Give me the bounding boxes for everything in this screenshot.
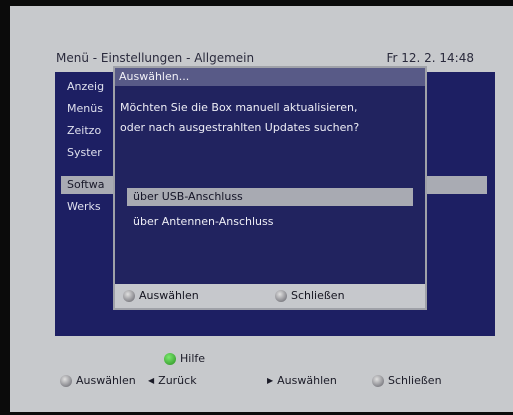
dialog-footer: Auswählen Schließen	[115, 284, 425, 308]
menu-item-zeitzone[interactable]: Zeitzo	[67, 122, 101, 140]
bottom-close-label: Schließen	[388, 374, 442, 387]
bottom-select-label: Auswählen	[76, 374, 136, 387]
back-label: Zurück	[158, 374, 197, 387]
bottom-bar: Hilfe Auswählen ◀ Zurück ▶ Auswählen Sch…	[0, 350, 513, 410]
help-label: Hilfe	[180, 352, 206, 365]
select-dialog: Auswählen... Möchten Sie die Box manuell…	[113, 66, 427, 310]
dialog-question-line2: oder nach ausgestrahlten Updates suchen?	[120, 121, 360, 134]
exit-key-icon	[372, 374, 384, 387]
dialog-close-label: Schließen	[291, 289, 345, 302]
back-button[interactable]: ◀ Zurück	[148, 374, 197, 387]
dialog-close-button[interactable]: Schließen	[275, 289, 345, 302]
menu-item-menues[interactable]: Menüs	[67, 100, 103, 118]
menu-item-system[interactable]: Syster	[67, 144, 102, 162]
bottom-select-right-button[interactable]: ▶ Auswählen	[267, 374, 337, 387]
green-key-icon	[164, 352, 176, 365]
dialog-title: Auswählen...	[115, 68, 425, 86]
bottom-select-right-label: Auswählen	[277, 374, 337, 387]
bottom-select-button[interactable]: Auswählen	[60, 374, 136, 387]
menu-item-anzeige[interactable]: Anzeig	[67, 78, 104, 96]
option-antenna[interactable]: über Antennen-Anschluss	[127, 213, 413, 231]
datetime: Fr 12. 2. 14:48	[386, 51, 474, 65]
dialog-question: Möchten Sie die Box manuell aktualisiere…	[120, 98, 420, 138]
left-arrow-icon: ◀	[148, 376, 155, 385]
breadcrumb: Menü - Einstellungen - Allgemein	[56, 51, 255, 65]
menu-item-werkseinstellungen[interactable]: Werks	[67, 198, 101, 216]
exit-key-icon	[275, 289, 287, 302]
bottom-close-button[interactable]: Schließen	[372, 374, 442, 387]
ok-key-icon	[123, 289, 135, 302]
option-usb[interactable]: über USB-Anschluss	[127, 188, 413, 206]
ok-key-icon	[60, 374, 72, 387]
right-arrow-icon: ▶	[267, 376, 274, 385]
dialog-question-line1: Möchten Sie die Box manuell aktualisiere…	[120, 101, 358, 114]
dialog-select-label: Auswählen	[139, 289, 199, 302]
help-button[interactable]: Hilfe	[164, 352, 205, 365]
dialog-select-button[interactable]: Auswählen	[123, 289, 199, 302]
